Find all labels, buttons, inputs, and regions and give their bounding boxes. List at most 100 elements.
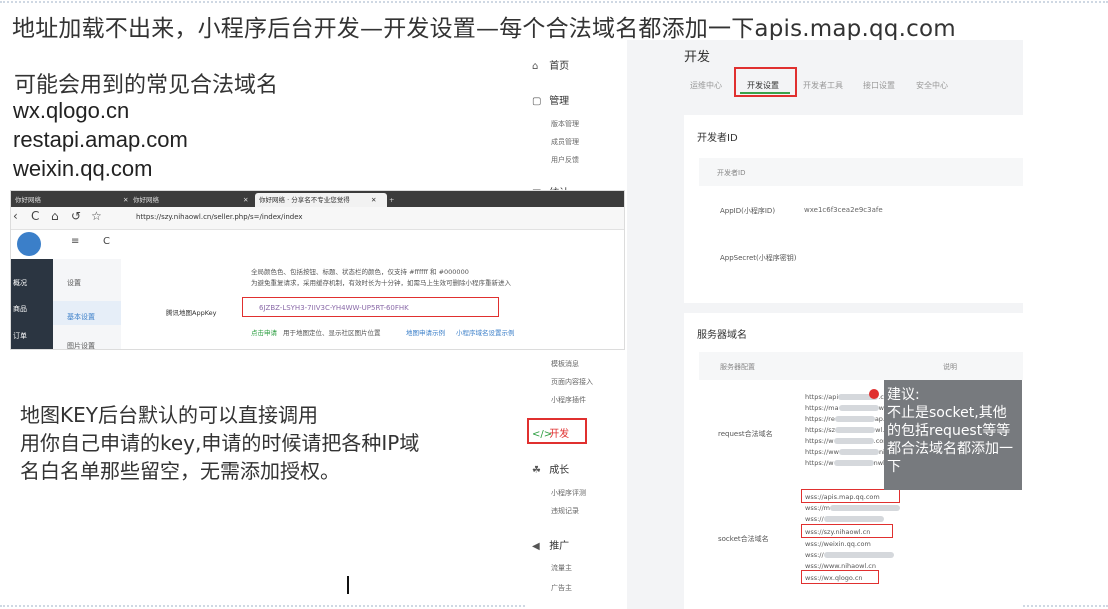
highlight-box [801,524,893,538]
advice-callout: 建议: 不止是socket,其他的包括request等等都合法域名都添加一下 [884,380,1022,490]
domain-url: https://reap.cn [805,415,893,423]
browser-screenshot: 你好网络 ✕ 你好网络 ✕ 你好网络 · 分享名不专业您觉得 ✕ + ‹ C ⌂… [10,190,625,350]
forward-icon[interactable]: ‹ [13,209,18,223]
browser-tab-active[interactable]: 你好网络 · 分享名不专业您觉得 [255,193,387,207]
appid-value: wxe1c6f3cea2e9c3afe [804,206,883,214]
nav-home[interactable]: ⌂ 首页 [532,57,569,72]
request-label: request合法域名 [718,430,773,438]
avatar [17,232,41,256]
url-field[interactable]: https://szy.nihaowl.cn/seller.php/s=/ind… [136,213,303,221]
home-icon: ⌂ [532,61,539,72]
browser-tab-close[interactable]: ✕ [243,193,248,207]
server-domain-heading: 服务器域名 [697,330,747,341]
nav-label: 首页 [549,61,570,72]
tips-heading: 可能会用到的常见合法域名 [14,73,279,98]
field-label: 腾讯地图AppKey [166,309,217,317]
tab-dev-settings[interactable]: 开发设置 [747,80,779,91]
advice-title: 建议: [887,387,920,403]
nav-label: 推广 [549,541,570,552]
grow-icon: ☘ [532,465,541,476]
nav-sub-item[interactable]: 模板消息 [551,359,579,369]
manage-icon: ▢ [532,96,542,107]
key-note-line: 地图KEY后台默认的可以直接调用 [20,403,318,427]
nav-sub-item[interactable]: 版本管理 [551,119,579,129]
new-tab-button[interactable]: + [389,193,394,207]
code-icon: </> [532,429,553,440]
key-note: 地图KEY后台默认的可以直接调用 用你自己申请的key,申请的时候请把各种IP域… [20,401,520,485]
nav-manage[interactable]: ▢ 管理 [532,92,569,107]
highlight-box [801,489,900,503]
browser-tab-close[interactable]: ✕ [371,193,376,207]
nav-sub-item[interactable]: 页面内容接入 [551,377,593,387]
nav-label: 管理 [549,96,570,107]
table-header-row [699,158,1023,186]
left-nav-item[interactable]: 概况 [13,278,27,288]
key-note-line: 用你自己申请的key,申请的时候请把各种IP域 [20,431,420,455]
nav-sub-item[interactable]: 用户反馈 [551,155,579,165]
appsecret-label: AppSecret(小程序密钥) [720,254,797,262]
domain-url: wss://www.nihaowl.cn [805,562,876,570]
tab-ops[interactable]: 运维中心 [690,80,722,91]
map-key-value: 6JZBZ-LSYH3-7IIV3C-YH4WW-UP5RT-60FHK [259,304,409,312]
promo-icon: ◀ [532,541,540,552]
key-note-line: 名白名单那些留空，无需添加授权。 [20,459,340,483]
domain-item: restapi.amap.com [13,127,188,152]
sub-nav-item[interactable]: 设置 [67,278,81,288]
desc-text: 为避免重复请求，采用缓存机制，有效时长为十分钟，如需马上生效可删除小程序重新进入 [251,279,511,287]
undo-icon[interactable]: ↺ [71,209,81,223]
nav-sub-item[interactable]: 流量主 [551,563,572,573]
nav-sub-item[interactable]: 广告主 [551,583,572,593]
nav-grow[interactable]: ☘ 成长 [532,461,569,476]
example-link[interactable]: 地图申请示例 [406,327,445,337]
domain-url: https://api.com [805,393,894,401]
dev-id-heading: 开发者ID [697,133,738,144]
socket-label: socket合法域名 [718,535,769,543]
tab-dev-tools[interactable]: 开发者工具 [803,80,843,91]
domain-url: wss:// [805,515,884,523]
apply-link[interactable]: 点击申请 [251,327,277,337]
domain-url: wss://weixin.qq.com [805,540,871,548]
col-header: 服务器配置 [720,363,755,371]
desc-text: 全局颜色色、包括按钮、标题、状态栏的颜色，仅支持 #ffffff 和 #0000… [251,268,469,276]
col-header: 说明 [943,363,957,371]
menu-icon[interactable]: ≡ [71,236,79,247]
example-link[interactable]: 小程序域名设置示例 [456,327,515,337]
home-icon[interactable]: ⌂ [51,209,59,223]
domain-url: https://mawl.cn [805,404,896,412]
nav-label: 开发 [549,429,570,440]
left-nav-item[interactable]: 订单 [13,331,27,341]
sub-nav-item[interactable]: 图片设置 [67,341,95,349]
nav-sub-item[interactable]: 违规记录 [551,506,579,516]
nav-dev[interactable]: </> 开发 [532,425,569,440]
left-nav-item[interactable]: 商品 [13,304,27,314]
col-header: 开发者ID [717,169,746,177]
text-cursor [347,576,349,594]
domain-url: wss:// [805,551,894,559]
nav-label: 成长 [549,465,570,476]
tab-api-settings[interactable]: 接口设置 [863,80,895,91]
sub-nav-item[interactable]: 基本设置 [67,312,95,322]
alert-icon [869,389,879,399]
domain-url: https://szwl.cn [805,426,892,434]
address-bar [11,207,624,230]
reload-icon[interactable]: C [31,209,39,223]
star-icon[interactable]: ☆ [91,209,102,223]
domain-item: weixin.qq.com [13,156,153,181]
highlight-box [801,570,879,584]
appid-label: AppID(小程序ID) [720,207,776,215]
advice-body: 不止是socket,其他的包括request等等都合法域名都添加一下 [887,405,1013,475]
nav-sub-item[interactable]: 小程序插件 [551,395,586,405]
domain-url: wss://m [805,504,900,512]
domain-url: https://w .com [805,437,890,445]
nav-sub-item[interactable]: 成员管理 [551,137,579,147]
tab-security[interactable]: 安全中心 [916,80,948,91]
domain-item: wx.qlogo.cn [13,98,130,123]
browser-tab-close[interactable]: ✕ [123,193,128,207]
refresh-icon[interactable]: C [103,236,110,247]
browser-tab[interactable]: 你好网络 [15,193,41,207]
browser-tab[interactable]: 你好网络 [133,193,159,207]
nav-sub-item[interactable]: 小程序评测 [551,488,586,498]
nav-promo[interactable]: ◀ 推广 [532,537,569,552]
tab-underline [740,92,790,94]
link-desc: 用于地图定位、显示社区图片位置 [283,329,381,337]
